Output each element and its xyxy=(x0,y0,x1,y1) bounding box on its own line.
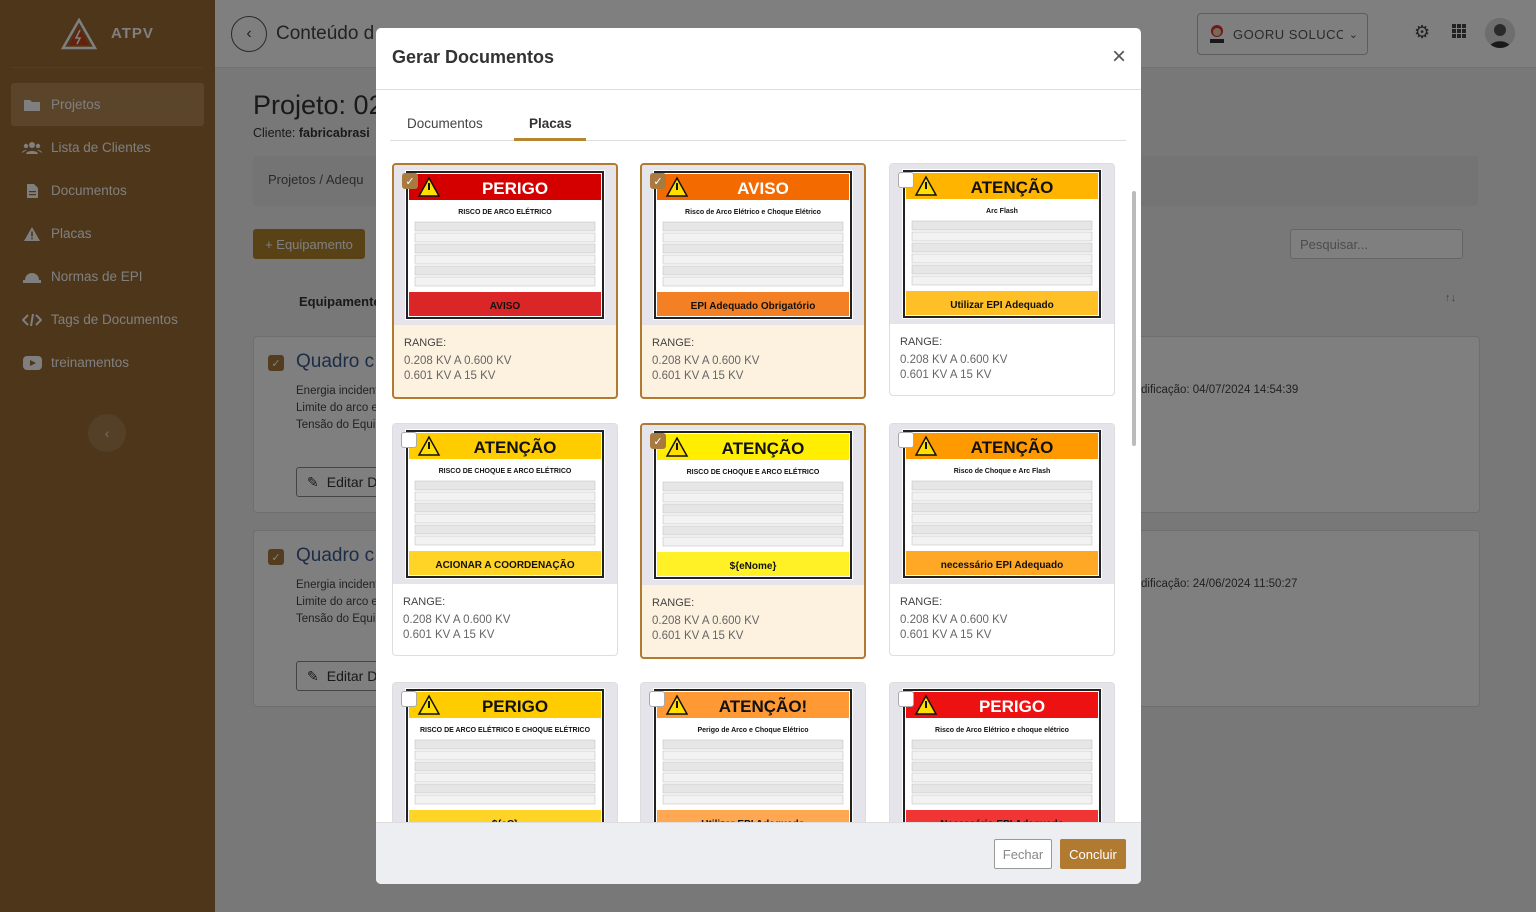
range-label: RANGE: xyxy=(900,336,943,348)
plate-thumbnail: PERIGO Risco de Arco Elétrico e choque el… xyxy=(890,683,1114,822)
sign-subtitle-text: RISCO DE CHOQUE E ARCO ELÉTRICO xyxy=(687,467,820,476)
sign-header-text: ATENÇÃO! xyxy=(719,696,807,716)
safety-sign-image: ATENÇÃO! Perigo de Arco e Choque Elétrico… xyxy=(653,688,853,822)
plate-card[interactable]: PERIGO Risco de Arco Elétrico e choque el… xyxy=(889,682,1115,822)
plate-card[interactable]: ✓ AVISO Risco de Arco Elétrico e Choque El… xyxy=(640,163,866,399)
plate-grid: ✓ PERIGO RISCO DE ARCO ELÉTRICO AVISO RANGE:… xyxy=(376,154,1141,822)
plate-card[interactable]: ATENÇÃO Risco de Choque e Arc Flash necess… xyxy=(889,423,1115,656)
active-tab-indicator xyxy=(514,138,586,141)
range-value: 0.601 KV A 15 KV xyxy=(900,629,992,641)
sign-subtitle-text: Risco de Arco Elétrico e Choque Elétrico xyxy=(685,209,821,216)
close-icon[interactable]: × xyxy=(1112,45,1126,69)
sign-subtitle-text: RISCO DE ARCO ELÉTRICO xyxy=(458,207,552,216)
plate-thumbnail: ATENÇÃO! Perigo de Arco e Choque Elétrico… xyxy=(641,683,865,822)
range-value: 0.601 KV A 15 KV xyxy=(652,630,744,642)
sign-header-text: ATENÇÃO xyxy=(971,177,1054,197)
modal-tabs: Documentos Placas xyxy=(390,104,1126,141)
sign-footer-text: necessário EPI Adequado xyxy=(941,560,1063,571)
plate-thumbnail: ✓ AVISO Risco de Arco Elétrico e Choque El… xyxy=(642,165,864,325)
plate-thumbnail: ATENÇÃO RISCO DE CHOQUE E ARCO ELÉTRICO AC… xyxy=(393,424,617,584)
sign-subtitle-text: Perigo de Arco e Choque Elétrico xyxy=(698,727,809,734)
sign-header-text: PERIGO xyxy=(482,697,548,716)
plate-checkbox[interactable] xyxy=(649,691,665,707)
safety-sign-image: PERIGO Risco de Arco Elétrico e choque el… xyxy=(902,688,1102,822)
scrollbar[interactable] xyxy=(1132,191,1136,446)
plate-thumbnail: PERIGO RISCO DE ARCO ELÉTRICO E CHOQUE EL… xyxy=(393,683,617,822)
safety-sign-image: ATENÇÃO Arc Flash Utilizar EPI Adequado xyxy=(902,169,1102,319)
plate-checkbox[interactable] xyxy=(898,432,914,448)
plate-card[interactable]: ATENÇÃO Arc Flash Utilizar EPI Adequado RAN… xyxy=(889,163,1115,396)
plate-thumbnail: ✓ PERIGO RISCO DE ARCO ELÉTRICO AVISO xyxy=(394,165,616,325)
safety-sign-image: PERIGO RISCO DE ARCO ELÉTRICO E CHOQUE EL… xyxy=(405,688,605,822)
sign-header-text: ATENÇÃO xyxy=(971,437,1054,457)
sign-subtitle-text: Risco de Choque e Arc Flash xyxy=(954,468,1051,475)
range-value: 0.208 KV A 0.600 KV xyxy=(900,614,1008,626)
plate-thumbnail: ✓ ATENÇÃO RISCO DE CHOQUE E ARCO ELÉTRICO $… xyxy=(642,425,864,585)
safety-sign-image: ATENÇÃO RISCO DE CHOQUE E ARCO ELÉTRICO ${… xyxy=(653,430,853,580)
sign-header-text: PERIGO xyxy=(979,697,1045,716)
range-value: 0.208 KV A 0.600 KV xyxy=(652,615,760,627)
sign-header-text: ATENÇÃO xyxy=(474,437,557,457)
range-label: RANGE: xyxy=(652,597,695,609)
sign-subtitle-text: Risco de Arco Elétrico e choque elétrico xyxy=(935,727,1069,734)
tab-documentos[interactable]: Documentos xyxy=(407,116,483,131)
range-label: RANGE: xyxy=(404,337,447,349)
sign-footer-text: AVISO xyxy=(490,301,521,312)
tab-placas[interactable]: Placas xyxy=(529,116,572,131)
sign-footer-text: EPI Adequado Obrigatório xyxy=(691,301,816,312)
sign-subtitle-text: RISCO DE ARCO ELÉTRICO E CHOQUE ELÉTRICO xyxy=(420,725,591,734)
plate-thumbnail: ATENÇÃO Arc Flash Utilizar EPI Adequado xyxy=(890,164,1114,324)
modal-header: Gerar Documentos × xyxy=(376,28,1141,90)
modal-title: Gerar Documentos xyxy=(392,47,555,67)
range-value: 0.601 KV A 15 KV xyxy=(404,370,496,382)
plate-checkbox[interactable] xyxy=(898,172,914,188)
range-value: 0.601 KV A 15 KV xyxy=(403,629,495,641)
range-value: 0.208 KV A 0.600 KV xyxy=(652,355,760,367)
plate-checkbox[interactable]: ✓ xyxy=(650,173,666,189)
plate-card[interactable]: ✓ PERIGO RISCO DE ARCO ELÉTRICO AVISO RANGE:… xyxy=(392,163,618,399)
sign-footer-text: Utilizar EPI Adequado xyxy=(950,300,1054,311)
safety-sign-image: ATENÇÃO RISCO DE CHOQUE E ARCO ELÉTRICO AC… xyxy=(405,429,605,579)
modal-footer: Fechar Concluir xyxy=(376,822,1141,884)
confirm-button[interactable]: Concluir xyxy=(1060,839,1126,869)
plate-checkbox[interactable] xyxy=(401,432,417,448)
close-button[interactable]: Fechar xyxy=(994,839,1052,869)
range-value: 0.208 KV A 0.600 KV xyxy=(900,354,1008,366)
sign-footer-text: ACIONAR A COORDENAÇÃO xyxy=(435,558,574,571)
sign-header-text: ATENÇÃO xyxy=(722,438,805,458)
plate-checkbox[interactable] xyxy=(898,691,914,707)
plate-checkbox[interactable]: ✓ xyxy=(402,173,418,189)
range-value: 0.208 KV A 0.600 KV xyxy=(403,614,511,626)
plate-card[interactable]: PERIGO RISCO DE ARCO ELÉTRICO E CHOQUE EL… xyxy=(392,682,618,822)
plate-card[interactable]: ATENÇÃO RISCO DE CHOQUE E ARCO ELÉTRICO AC… xyxy=(392,423,618,656)
range-label: RANGE: xyxy=(652,337,695,349)
plate-checkbox[interactable]: ✓ xyxy=(650,433,666,449)
plate-card[interactable]: ✓ ATENÇÃO RISCO DE CHOQUE E ARCO ELÉTRICO $… xyxy=(640,423,866,659)
sign-header-text: PERIGO xyxy=(482,179,548,198)
sign-subtitle-text: Arc Flash xyxy=(986,208,1018,215)
safety-sign-image: AVISO Risco de Arco Elétrico e Choque Elé… xyxy=(653,170,853,320)
plate-thumbnail: ATENÇÃO Risco de Choque e Arc Flash necess… xyxy=(890,424,1114,584)
generate-documents-modal: Gerar Documentos × Documentos Placas ✓ PE… xyxy=(376,28,1141,884)
range-value: 0.601 KV A 15 KV xyxy=(652,370,744,382)
range-value: 0.601 KV A 15 KV xyxy=(900,369,992,381)
range-label: RANGE: xyxy=(900,596,943,608)
safety-sign-image: ATENÇÃO Risco de Choque e Arc Flash necess… xyxy=(902,429,1102,579)
safety-sign-image: PERIGO RISCO DE ARCO ELÉTRICO AVISO xyxy=(405,170,605,320)
plate-checkbox[interactable] xyxy=(401,691,417,707)
sign-header-text: AVISO xyxy=(737,179,789,198)
range-label: RANGE: xyxy=(403,596,446,608)
plate-card[interactable]: ATENÇÃO! Perigo de Arco e Choque Elétrico… xyxy=(640,682,866,822)
sign-footer-text: ${eNome} xyxy=(730,561,777,572)
range-value: 0.208 KV A 0.600 KV xyxy=(404,355,512,367)
sign-subtitle-text: RISCO DE CHOQUE E ARCO ELÉTRICO xyxy=(439,466,572,475)
